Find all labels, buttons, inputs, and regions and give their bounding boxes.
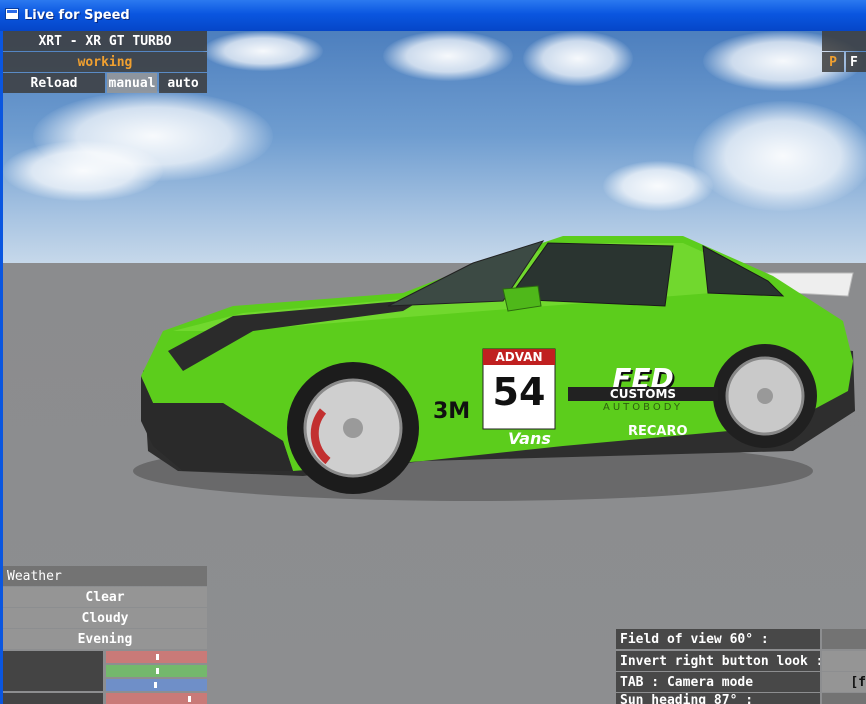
weather-bottom-bar bbox=[3, 693, 103, 704]
weather-slider-red[interactable] bbox=[106, 651, 207, 663]
slider-handle[interactable] bbox=[156, 654, 159, 660]
weather-slider-extra[interactable] bbox=[106, 693, 207, 704]
app-window-icon bbox=[5, 8, 19, 20]
weather-option-cloudy[interactable]: Cloudy bbox=[3, 608, 207, 628]
p-button[interactable]: P bbox=[822, 52, 844, 72]
weather-slider-blue[interactable] bbox=[106, 679, 207, 691]
weather-color-preview bbox=[3, 651, 103, 691]
weather-heading: Weather bbox=[3, 566, 207, 586]
weather-slider-green[interactable] bbox=[106, 665, 207, 677]
invert-look-toggle[interactable] bbox=[822, 651, 866, 671]
weather-option-clear[interactable]: Clear bbox=[3, 587, 207, 607]
top-right-partial-button[interactable]: F bbox=[846, 52, 866, 72]
livery-autobody: AUTOBODY bbox=[603, 402, 683, 413]
top-right-bar bbox=[822, 31, 866, 51]
slider-handle[interactable] bbox=[188, 696, 191, 702]
slider-handle[interactable] bbox=[156, 668, 159, 674]
livery-advan: ADVAN bbox=[495, 350, 543, 364]
invert-look-label: Invert right button look : bbox=[616, 651, 820, 671]
car-name-label: XRT - XR GT TURBO bbox=[3, 31, 207, 51]
slider-handle[interactable] bbox=[154, 682, 157, 688]
car-status-label: working bbox=[3, 52, 207, 72]
weather-option-evening[interactable]: Evening bbox=[3, 629, 207, 649]
livery-vans: Vans bbox=[508, 429, 551, 448]
livery-race-number: 54 bbox=[492, 370, 546, 414]
livery-3m: 3M bbox=[433, 399, 471, 424]
auto-button[interactable]: auto bbox=[159, 73, 207, 93]
field-of-view-label: Field of view 60° : bbox=[616, 629, 820, 649]
livery-recaro: RECARO bbox=[628, 424, 688, 439]
field-of-view-value[interactable] bbox=[822, 629, 866, 649]
reload-button[interactable]: Reload bbox=[3, 73, 105, 93]
sun-heading-value[interactable] bbox=[822, 693, 866, 704]
livery-customs: CUSTOMS bbox=[568, 387, 718, 401]
game-viewport[interactable]: ADVAN 54 3M FED CUSTOMS AUTOBODY Vans RE… bbox=[3, 31, 866, 704]
window-titlebar[interactable]: Live for Speed bbox=[0, 0, 866, 31]
camera-mode-value[interactable]: [f bbox=[822, 672, 866, 692]
window-title: Live for Speed bbox=[24, 8, 130, 23]
sun-heading-label: Sun heading 87° : bbox=[616, 693, 820, 704]
manual-button[interactable]: manual bbox=[107, 73, 157, 93]
camera-mode-label: TAB : Camera mode bbox=[616, 672, 820, 692]
